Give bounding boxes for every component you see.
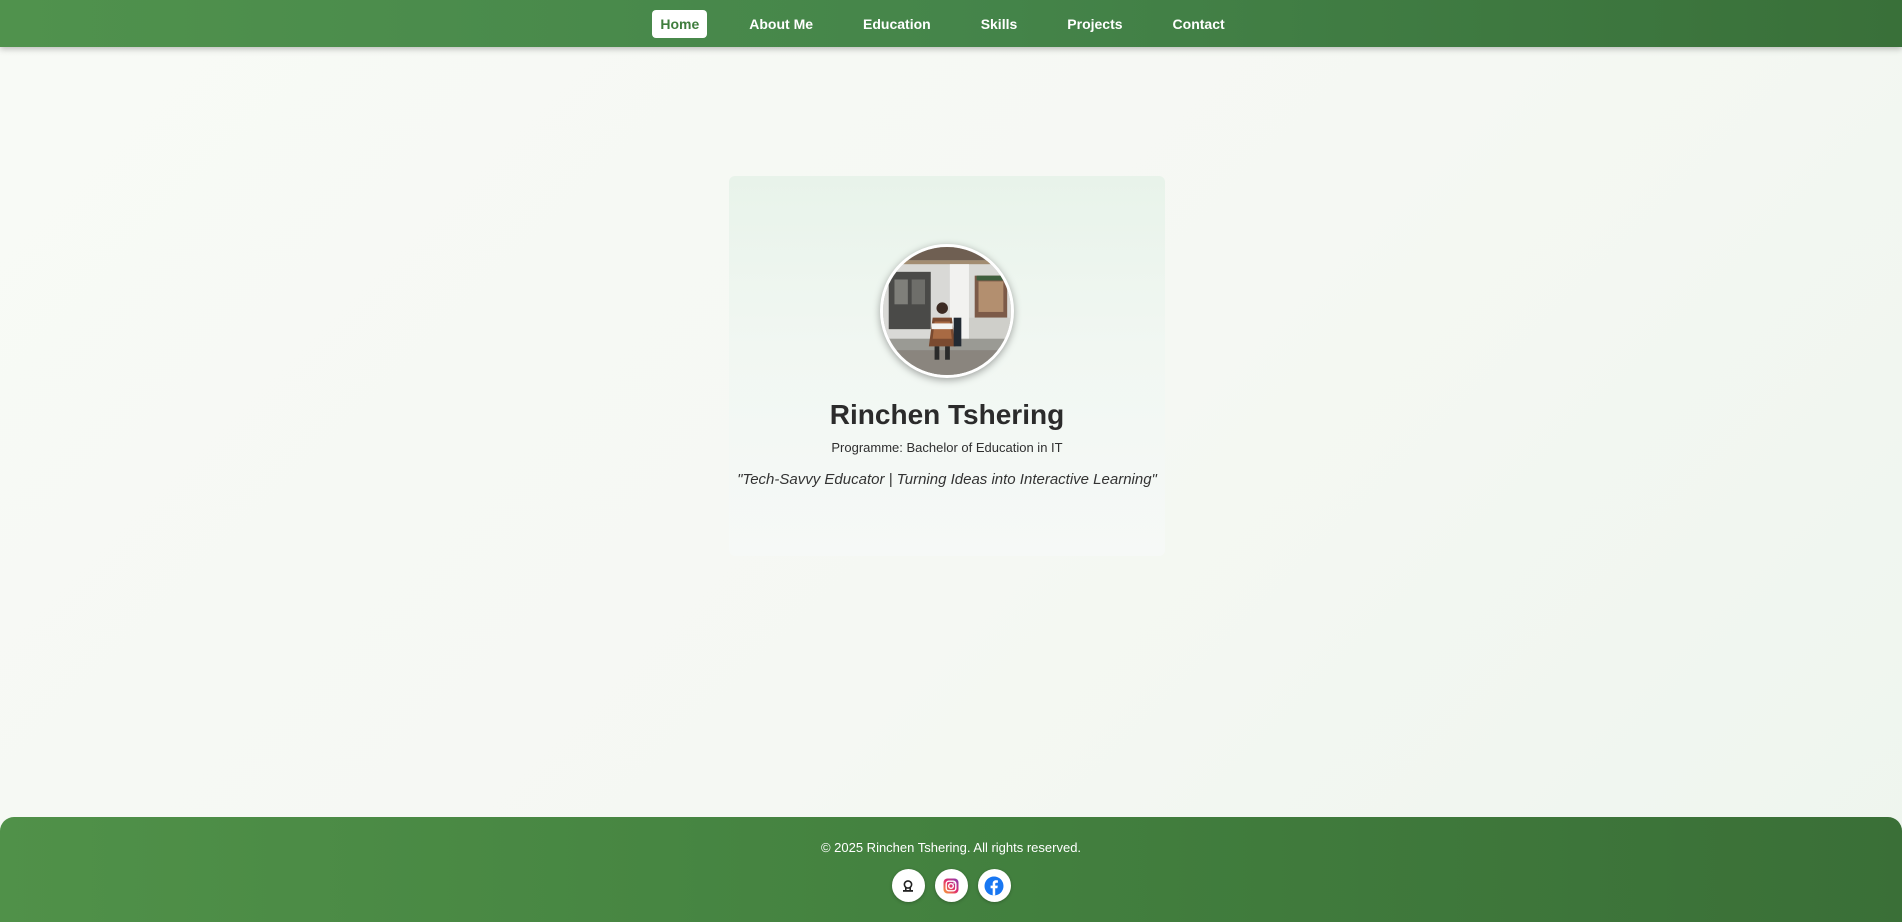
github-link[interactable] — [891, 869, 925, 902]
github-icon — [903, 879, 913, 892]
hero-name: Rinchen Tshering — [829, 399, 1065, 430]
instagram-icon — [943, 878, 959, 893]
nav-item-about-me[interactable]: About Me — [741, 10, 821, 38]
facebook-link[interactable] — [977, 869, 1011, 902]
nav-item-education[interactable]: Education — [855, 10, 939, 38]
nav-item-skills[interactable]: Skills — [973, 10, 1026, 38]
hero-tagline: "Tech-Savvy Educator | Turning Ideas int… — [737, 471, 1157, 488]
nav-item-contact[interactable]: Contact — [1165, 10, 1233, 38]
nav-item-projects[interactable]: Projects — [1059, 10, 1130, 38]
profile-avatar — [880, 244, 1014, 378]
facebook-icon — [984, 876, 1004, 895]
hero-card: Rinchen Tshering Programme: Bachelor of … — [729, 176, 1165, 556]
site-footer: © 2025 Rinchen Tshering. All rights rese… — [0, 817, 1902, 922]
social-links — [0, 869, 1902, 902]
top-navbar: Home About Me Education Skills Projects … — [0, 0, 1902, 47]
footer-copyright: © 2025 Rinchen Tshering. All rights rese… — [820, 840, 1082, 855]
instagram-link[interactable] — [934, 869, 968, 902]
nav-item-home[interactable]: Home — [652, 9, 708, 38]
nav-list: Home About Me Education Skills Projects … — [652, 9, 1249, 38]
profile-photo — [883, 247, 1011, 375]
hero-programme: Programme: Bachelor of Education in IT — [831, 440, 1063, 455]
